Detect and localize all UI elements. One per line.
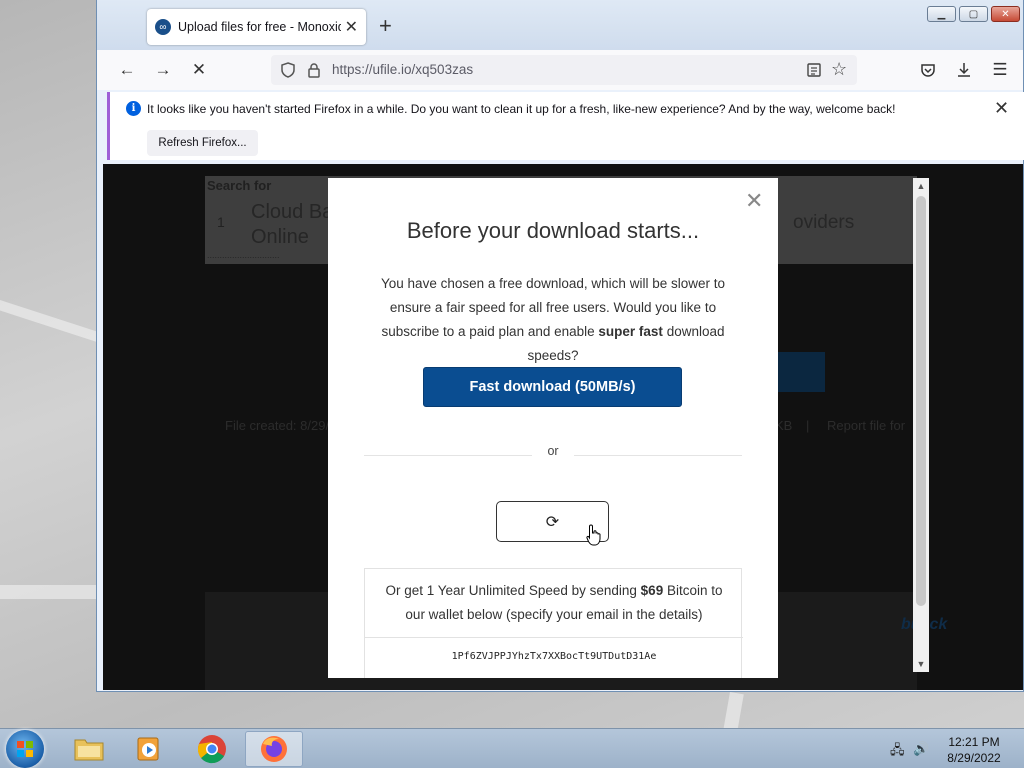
background-fine-print: ............................. bbox=[207, 250, 280, 260]
maximize-button[interactable]: ▢ bbox=[959, 6, 988, 22]
tracking-shield-icon[interactable] bbox=[280, 62, 296, 78]
bitcoin-offer-text: Or get 1 Year Unlimited Speed by sending… bbox=[365, 579, 743, 627]
background-search-label: Search for bbox=[207, 178, 272, 193]
scroll-thumb[interactable] bbox=[916, 196, 926, 606]
folder-icon bbox=[74, 739, 104, 761]
site-favicon-icon: ∞ bbox=[155, 19, 171, 35]
chrome-icon bbox=[197, 735, 226, 764]
or-separator-text: or bbox=[547, 444, 559, 458]
fast-download-button[interactable]: Fast download (50MB/s) bbox=[423, 367, 682, 407]
hand-cursor-icon bbox=[586, 524, 601, 546]
lock-icon[interactable] bbox=[307, 62, 321, 78]
url-bar[interactable]: https://ufile.io/xq503zas ☆ bbox=[271, 55, 857, 85]
start-button[interactable] bbox=[6, 730, 44, 768]
tab-title: Upload files for free - Monoxide bbox=[178, 20, 341, 34]
clock-date: 8/29/2022 bbox=[947, 751, 1001, 765]
refresh-firefox-button[interactable]: Refresh Firefox... bbox=[147, 130, 258, 156]
refresh-spinner-icon: ⟳ bbox=[545, 513, 560, 531]
url-text[interactable]: https://ufile.io/xq503zas bbox=[332, 62, 473, 77]
background-separator: | bbox=[806, 418, 810, 433]
taskbar-file-explorer[interactable] bbox=[60, 731, 118, 767]
forward-arrow-icon[interactable]: → bbox=[151, 58, 175, 82]
notification-text: It looks like you haven't started Firefo… bbox=[147, 102, 896, 116]
btc-price: $69 bbox=[640, 583, 664, 598]
bookmark-star-icon[interactable]: ☆ bbox=[831, 59, 847, 80]
taskbar-media-player[interactable] bbox=[120, 731, 178, 767]
windows-logo-icon bbox=[17, 741, 33, 757]
page-content: Search for 1 Cloud Ba Online oviders ...… bbox=[103, 164, 1023, 690]
firefox-icon bbox=[261, 736, 287, 762]
background-result-title-line1: Cloud Ba bbox=[251, 201, 334, 223]
background-result-title: Cloud Ba Online bbox=[251, 200, 333, 250]
desktop-streak bbox=[0, 585, 100, 599]
taskbar-firefox[interactable] bbox=[245, 731, 303, 767]
back-arrow-icon[interactable]: ← bbox=[115, 58, 139, 82]
volume-icon[interactable]: 🔊 bbox=[913, 741, 929, 757]
title-bar: ∞ Upload files for free - Monoxide ✕ + ▁… bbox=[97, 0, 1023, 50]
modal-title: Before your download starts... bbox=[406, 218, 700, 243]
reader-view-icon[interactable] bbox=[806, 62, 822, 78]
network-icon[interactable]: 🖧 bbox=[890, 741, 905, 763]
scroll-up-icon[interactable]: ▲ bbox=[913, 178, 929, 194]
firefox-window: ∞ Upload files for free - Monoxide ✕ + ▁… bbox=[96, 0, 1024, 692]
navigation-bar: ← → ✕ https://ufile.io/xq503zas ☆ ☰ bbox=[97, 50, 1023, 90]
minimize-button[interactable]: ▁ bbox=[927, 6, 956, 22]
modal-close-icon[interactable]: ✕ bbox=[745, 190, 763, 212]
tab-close-icon[interactable]: ✕ bbox=[345, 17, 358, 37]
background-result-title-line2: Online bbox=[251, 226, 309, 248]
bitcoin-offer-box: Or get 1 Year Unlimited Speed by sending… bbox=[364, 568, 743, 678]
modal-text-bold: super fast bbox=[598, 324, 663, 339]
windows-taskbar: 🖧 🔊 12:21 PM 8/29/2022 bbox=[0, 728, 1024, 768]
download-modal: ✕ Before your download starts... You hav… bbox=[328, 178, 778, 678]
background-report-text: Report file for bbox=[827, 418, 906, 433]
media-player-icon bbox=[137, 737, 159, 761]
background-result-number: 1 bbox=[217, 214, 225, 230]
new-tab-icon[interactable]: + bbox=[379, 14, 392, 38]
page-scrollbar[interactable]: ▲ ▼ bbox=[913, 178, 929, 672]
info-icon: i bbox=[126, 101, 141, 116]
modal-description: You have chosen a free download, which w… bbox=[362, 272, 744, 368]
system-clock[interactable]: 12:21 PM 8/29/2022 bbox=[934, 734, 1014, 766]
clock-time: 12:21 PM bbox=[948, 735, 1000, 749]
hamburger-menu-icon[interactable]: ☰ bbox=[988, 58, 1012, 82]
notification-bar: i It looks like you haven't started Fire… bbox=[107, 92, 1024, 160]
browser-tab[interactable]: ∞ Upload files for free - Monoxide ✕ bbox=[147, 9, 366, 45]
taskbar-chrome[interactable] bbox=[183, 731, 241, 767]
background-providers-text: oviders bbox=[793, 212, 855, 233]
scroll-down-icon[interactable]: ▼ bbox=[913, 656, 929, 672]
notification-close-icon[interactable]: ✕ bbox=[994, 98, 1009, 119]
desktop-streak bbox=[723, 692, 744, 728]
close-window-button[interactable]: ✕ bbox=[991, 6, 1020, 22]
btc-text-start: Or get 1 Year Unlimited Speed by sending bbox=[385, 583, 641, 598]
pocket-icon[interactable] bbox=[920, 62, 936, 78]
stop-loading-icon[interactable]: ✕ bbox=[187, 58, 211, 82]
downloads-icon[interactable] bbox=[956, 61, 972, 79]
bitcoin-wallet-address[interactable]: 1Pf6ZVJPPJYhzTx7XXBocTt9UTDutD31Ae bbox=[365, 637, 743, 678]
background-file-created: File created: 8/29/ bbox=[225, 418, 330, 433]
